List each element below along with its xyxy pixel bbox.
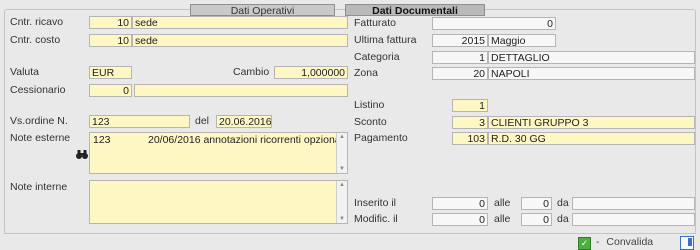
sconto-code-field[interactable]: 3 [452, 116, 488, 129]
inserito-label: Inserito il [354, 197, 397, 209]
note-esterne-text: 20/06/2016 annotazioni ricorrenti opzion… [148, 134, 346, 146]
convalida-text: Convalida [606, 236, 654, 248]
note-esterne-scrollbar[interactable]: ▲ ▼ [336, 133, 347, 173]
pagamento-label: Pagamento [354, 132, 408, 144]
categoria-label: Categoria [354, 51, 400, 63]
scroll-up-icon[interactable]: ▲ [339, 182, 345, 188]
scroll-down-icon[interactable]: ▼ [339, 216, 345, 222]
ultima-fattura-label: Ultima fattura [354, 34, 417, 46]
note-esterne-label: Note esterne [10, 132, 71, 144]
modific-date-field[interactable]: 0 [432, 213, 488, 226]
binoculars-icon[interactable] [76, 149, 90, 161]
cntr-ricavo-label: Cntr. ricavo [10, 16, 64, 28]
zona-code-field[interactable]: 20 [432, 67, 488, 80]
fatturato-label: Fatturato [354, 17, 397, 29]
note-esterne-textarea[interactable]: 123 20/06/2016 annotazioni ricorrenti op… [89, 132, 348, 174]
sconto-label: Sconto [354, 116, 387, 128]
vs-ordine-field[interactable]: 123 [89, 115, 190, 128]
scroll-down-icon[interactable]: ▼ [339, 166, 345, 172]
scroll-up-icon[interactable]: ▲ [339, 134, 345, 140]
check-icon[interactable]: ✓ [578, 237, 591, 250]
ordine-date-field[interactable]: 20.06.2016 [216, 115, 272, 128]
inserito-date-field[interactable]: 0 [432, 197, 488, 210]
note-interne-label: Note interne [10, 181, 68, 193]
cessionario-code-field[interactable]: 0 [89, 84, 132, 97]
note-esterne-code: 123 [93, 134, 111, 146]
inserito-alle-label: alle [494, 197, 511, 209]
cambio-label: Cambio [233, 66, 270, 78]
vs-ordine-label: Vs.ordine N. [10, 115, 68, 127]
inserito-alle-field[interactable]: 0 [521, 197, 552, 210]
modific-da-field[interactable] [572, 213, 695, 226]
categoria-code-field[interactable]: 1 [432, 51, 488, 64]
cntr-ricavo-desc-field[interactable]: sede [132, 16, 348, 29]
modific-alle-label: alle [494, 213, 511, 225]
cntr-costo-label: Cntr. costo [10, 34, 61, 46]
sconto-desc-field[interactable]: CLIENTI GRUPPO 3 [488, 116, 695, 129]
ultima-fattura-month-field[interactable]: Maggio [488, 34, 556, 47]
ultima-fattura-year-field[interactable]: 2015 [432, 34, 488, 47]
convalida-label[interactable]: - Convalida [596, 236, 653, 249]
listino-label: Listino [354, 99, 385, 111]
cntr-costo-code-field[interactable]: 10 [89, 34, 132, 47]
cessionario-label: Cessionario [10, 84, 66, 96]
modific-label: Modific. il [354, 213, 398, 225]
zona-desc-field[interactable]: NAPOLI [488, 67, 695, 80]
note-interne-scrollbar[interactable]: ▲ ▼ [336, 181, 347, 223]
pagamento-code-field[interactable]: 103 [452, 132, 488, 145]
window-icon[interactable] [680, 236, 694, 250]
tab-dati-documentali[interactable]: Dati Documentali [345, 4, 485, 17]
cntr-ricavo-code-field[interactable]: 10 [89, 16, 132, 29]
modific-da-label: da [557, 213, 569, 225]
fatturato-field[interactable]: 0 [432, 17, 556, 30]
convalida-dash: - [596, 236, 600, 248]
valuta-field[interactable]: EUR [89, 66, 132, 79]
cessionario-desc-field[interactable] [134, 84, 348, 97]
valuta-label: Valuta [10, 66, 39, 78]
tab-dati-operativi[interactable]: Dati Operativi [190, 4, 335, 17]
categoria-desc-field[interactable]: DETTAGLIO [488, 51, 695, 64]
inserito-da-label: da [557, 197, 569, 209]
footer-divider [4, 233, 696, 234]
cntr-costo-desc-field[interactable]: sede [132, 34, 348, 47]
modific-alle-field[interactable]: 0 [521, 213, 552, 226]
del-label: del [195, 115, 210, 127]
note-interne-textarea[interactable]: ▲ ▼ [89, 180, 348, 224]
listino-field[interactable]: 1 [452, 99, 488, 112]
zona-label: Zona [354, 67, 378, 79]
pagamento-desc-field[interactable]: R.D. 30 GG [488, 132, 695, 145]
cambio-field[interactable]: 1,000000 [274, 66, 348, 79]
inserito-da-field[interactable] [572, 197, 695, 210]
